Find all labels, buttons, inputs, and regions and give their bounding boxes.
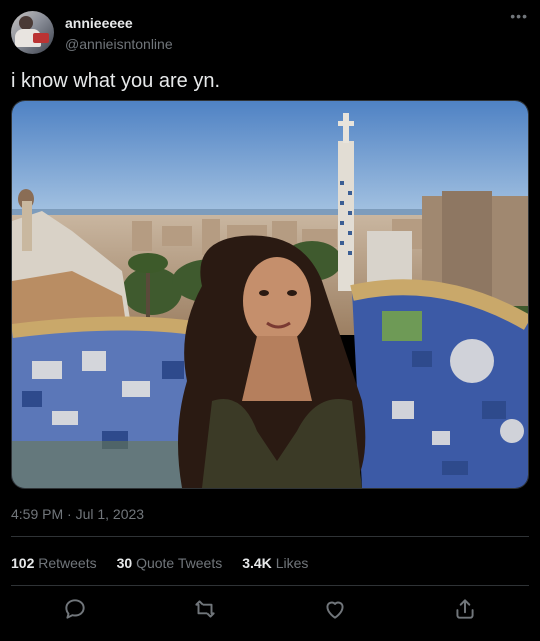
- tweet-timestamp[interactable]: 4:59 PM · Jul 1, 2023: [11, 506, 144, 522]
- tweet-photo[interactable]: [11, 100, 529, 489]
- retweet-icon[interactable]: [192, 596, 218, 622]
- tweet-text: i know what you are yn.: [11, 70, 220, 92]
- tweet-stats: 102 Retweets 30 Quote Tweets 3.4K Likes: [11, 555, 328, 571]
- user-handle[interactable]: @annieisntonline: [65, 36, 173, 52]
- heart-icon[interactable]: [322, 596, 348, 622]
- reply-icon[interactable]: [62, 596, 88, 622]
- avatar[interactable]: [11, 11, 54, 54]
- divider: [11, 536, 529, 537]
- divider: [11, 585, 529, 586]
- retweets-stat[interactable]: 102 Retweets: [11, 555, 97, 571]
- quote-tweets-stat[interactable]: 30 Quote Tweets: [117, 555, 223, 571]
- likes-stat[interactable]: 3.4K Likes: [242, 555, 308, 571]
- display-name[interactable]: annieeeee: [65, 15, 133, 31]
- tweet-actions: [0, 592, 540, 626]
- share-icon[interactable]: [452, 596, 478, 622]
- more-icon[interactable]: •••: [510, 8, 528, 24]
